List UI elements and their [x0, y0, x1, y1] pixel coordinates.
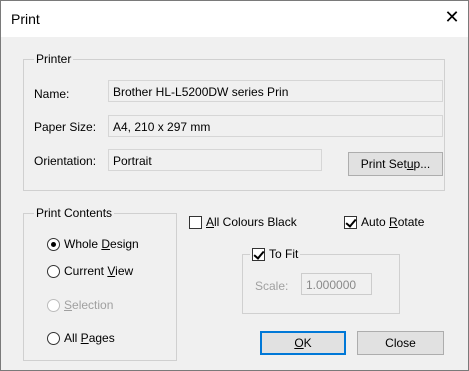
scale-input: 1.000000 — [301, 273, 372, 295]
orientation-field: Portrait — [108, 149, 322, 171]
whole-design-post: esign — [110, 237, 139, 251]
print-setup-label-pre: Print Set — [360, 157, 407, 171]
paper-size-label: Paper Size: — [34, 120, 97, 134]
all-pages-pre: All — [64, 331, 81, 345]
dialog-title: Print — [11, 11, 40, 27]
all-pages-post: ages — [88, 331, 115, 345]
ok-key: O — [294, 336, 304, 350]
current-view-pre: Current — [64, 264, 108, 278]
selection-label: Selection — [64, 298, 113, 312]
ar-key: R — [389, 215, 398, 229]
print-setup-button[interactable]: Print Setup... — [348, 152, 443, 176]
auto-rotate-label: Auto Rotate — [361, 215, 424, 229]
checkbox-checked-icon[interactable] — [344, 215, 357, 229]
whole-design-key: D — [101, 237, 111, 251]
selection-post: election — [72, 298, 114, 312]
print-dialog: Print ✕ Printer Name: Brother HL-L5200DW… — [0, 0, 469, 371]
scale-label: Scale: — [255, 279, 289, 293]
radio-icon-selected[interactable] — [47, 237, 60, 251]
to-fit-label: To Fit — [269, 247, 299, 261]
close-icon[interactable]: ✕ — [442, 7, 462, 27]
selection-key: S — [64, 298, 73, 312]
name-label: Name: — [34, 87, 70, 101]
ok-post: K — [303, 336, 312, 350]
print-setup-label-post: p... — [413, 157, 431, 171]
radio-icon-disabled — [47, 298, 60, 312]
all-colours-black-label: All Colours Black — [206, 215, 297, 229]
all-pages-key: P — [80, 331, 89, 345]
auto-rotate-checkbox[interactable]: Auto Rotate — [344, 215, 424, 229]
radio-current-view[interactable]: Current View — [47, 264, 133, 278]
all-colours-black-checkbox[interactable]: All Colours Black — [189, 215, 297, 229]
printer-group-label: Printer — [34, 52, 74, 66]
current-view-post: iew — [115, 264, 134, 278]
radio-icon[interactable] — [47, 264, 60, 278]
print-setup-label-key: u — [406, 157, 414, 171]
checkbox-icon[interactable] — [189, 215, 202, 229]
orientation-label: Orientation: — [34, 154, 97, 168]
all-pages-label: All Pages — [64, 331, 115, 345]
acb-post: ll Colours Black — [214, 215, 297, 229]
radio-icon[interactable] — [47, 331, 60, 345]
radio-all-pages[interactable]: All Pages — [47, 331, 115, 345]
ar-post: otate — [397, 215, 425, 229]
radio-selection: Selection — [47, 298, 113, 312]
paper-size-field: A4, 210 x 297 mm — [108, 115, 443, 137]
whole-design-pre: Whole — [64, 237, 102, 251]
printer-name-field: Brother HL-L5200DW series Prin — [108, 80, 443, 102]
ok-button[interactable]: OK — [260, 331, 346, 355]
current-view-label: Current View — [64, 264, 133, 278]
radio-whole-design[interactable]: Whole Design — [47, 237, 139, 251]
current-view-key: V — [107, 264, 116, 278]
whole-design-label: Whole Design — [64, 237, 139, 251]
to-fit-checkbox[interactable]: To Fit — [250, 247, 301, 261]
ar-pre: Auto — [361, 215, 390, 229]
checkbox-checked-icon[interactable] — [252, 247, 265, 261]
title-bar: Print ✕ — [1, 1, 468, 37]
close-button[interactable]: Close — [357, 331, 444, 355]
acb-key: A — [206, 215, 215, 229]
print-contents-label: Print Contents — [34, 206, 115, 220]
